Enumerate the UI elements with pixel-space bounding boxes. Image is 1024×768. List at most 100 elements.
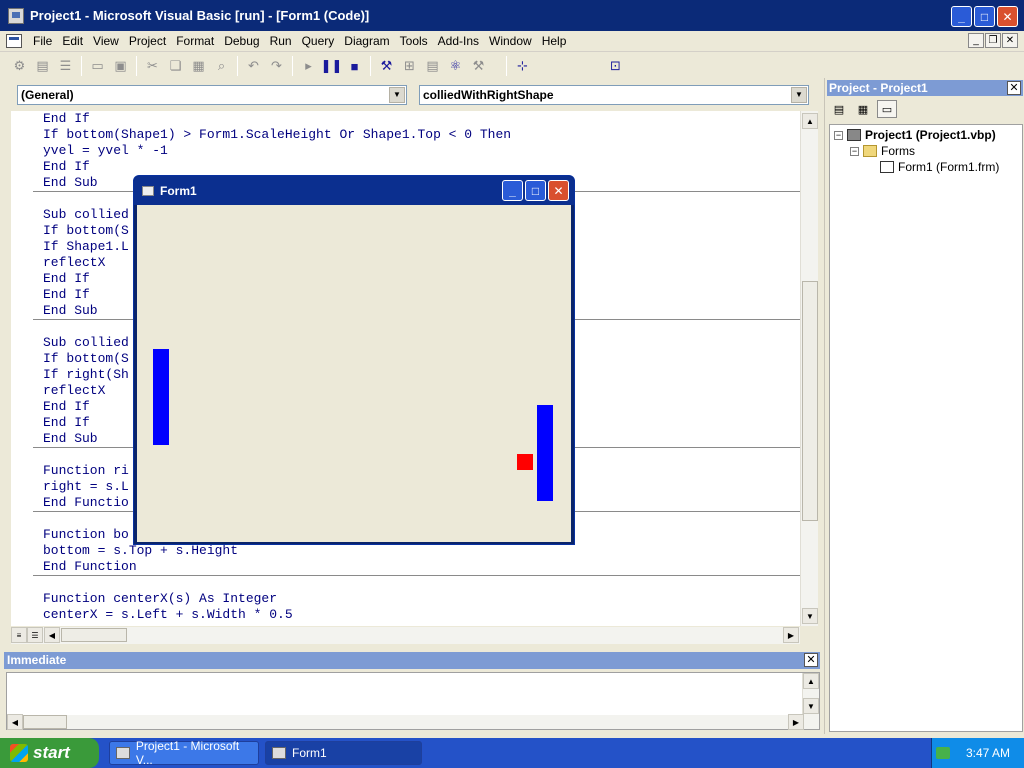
break-icon[interactable]: ❚❚ <box>320 55 343 77</box>
code-line[interactable]: Function bo <box>43 527 129 543</box>
cut-icon[interactable]: ✂ <box>141 55 164 77</box>
scroll-right-icon[interactable]: ▶ <box>788 714 804 730</box>
menu-run[interactable]: Run <box>265 34 297 48</box>
object-browser-icon[interactable]: ⚛ <box>444 55 467 77</box>
redo-icon[interactable]: ↷ <box>265 55 288 77</box>
code-line[interactable]: yvel = yvel * -1 <box>43 143 168 159</box>
maximize-button[interactable]: □ <box>974 6 995 27</box>
scroll-thumb[interactable] <box>61 628 127 642</box>
scroll-down-icon[interactable]: ▼ <box>802 608 818 624</box>
code-line[interactable]: End Sub <box>43 431 98 447</box>
scroll-up-icon[interactable]: ▲ <box>802 113 818 129</box>
mdi-restore-button[interactable]: ❐ <box>985 33 1001 48</box>
code-line[interactable]: Function centerX(s) As Integer <box>43 591 277 607</box>
form1-client-area[interactable] <box>137 205 571 542</box>
code-line[interactable]: End If <box>43 111 90 127</box>
menu-view[interactable]: View <box>88 34 124 48</box>
menu-add-ins[interactable]: Add-Ins <box>433 34 484 48</box>
code-line[interactable]: End If <box>43 399 90 415</box>
code-line[interactable]: reflectX <box>43 383 105 399</box>
paste-icon[interactable]: ▦ <box>187 55 210 77</box>
view-code-icon[interactable]: ▤ <box>829 100 849 118</box>
code-line[interactable]: End Sub <box>43 303 98 319</box>
form-icon[interactable] <box>142 185 154 196</box>
form1-window[interactable]: Form1 _ □ ✕ <box>133 175 575 545</box>
code-line[interactable]: End If <box>43 159 90 175</box>
chevron-down-icon[interactable]: ▼ <box>389 87 405 103</box>
code-line[interactable]: End If <box>43 287 90 303</box>
clock[interactable]: 3:47 AM <box>966 746 1010 760</box>
code-line[interactable]: centerX = s.Left + s.Width * 0.5 <box>43 607 293 623</box>
menu-tools[interactable]: Tools <box>395 34 433 48</box>
network-icon[interactable] <box>935 747 950 759</box>
close-icon[interactable]: ✕ <box>1007 81 1021 95</box>
procedure-combo[interactable]: colliedWithRightShape ▼ <box>419 85 809 105</box>
toggle-folders-icon[interactable]: ▭ <box>877 100 897 118</box>
undo-icon[interactable]: ↶ <box>242 55 265 77</box>
taskbar-item-vb[interactable]: Project1 - Microsoft V... <box>109 739 259 767</box>
minimize-button[interactable]: _ <box>951 6 972 27</box>
form1-title-bar[interactable]: Form1 _ □ ✕ <box>134 176 574 205</box>
menu-editor-icon[interactable]: ☰ <box>54 55 77 77</box>
code-horizontal-scrollbar[interactable]: ≡ ☰ ◀ ▶ <box>11 627 800 644</box>
immediate-vertical-scrollbar[interactable]: ▲ ▼ <box>802 673 819 729</box>
menu-diagram[interactable]: Diagram <box>339 34 394 48</box>
code-line[interactable]: If right(Sh <box>43 367 129 383</box>
scroll-left-icon[interactable]: ◀ <box>7 714 23 730</box>
scroll-up-icon[interactable]: ▲ <box>803 673 819 689</box>
menu-edit[interactable]: Edit <box>57 34 88 48</box>
add-form-icon[interactable]: ▤ <box>31 55 54 77</box>
scroll-right-icon[interactable]: ▶ <box>783 627 799 643</box>
code-line[interactable]: End If <box>43 415 90 431</box>
scroll-left-icon[interactable]: ◀ <box>44 627 60 643</box>
code-vertical-scrollbar[interactable]: ▲ ▼ <box>800 111 818 626</box>
tree-item-project[interactable]: − Project1 (Project1.vbp) <box>834 127 996 143</box>
chevron-down-icon[interactable]: ▼ <box>791 87 807 103</box>
main-title-bar[interactable]: Project1 - Microsoft Visual Basic [run] … <box>0 0 1024 31</box>
scroll-thumb[interactable] <box>23 715 67 729</box>
margin-indicator-bar[interactable] <box>11 111 33 626</box>
position-icon[interactable]: ⊹ <box>511 55 534 77</box>
form-layout-icon[interactable]: ▤ <box>421 55 444 77</box>
tree-item-form1[interactable]: Form1 (Form1.frm) <box>880 159 999 175</box>
collapse-icon[interactable]: − <box>850 146 859 156</box>
code-line[interactable]: If bottom(Shape1) > Form1.ScaleHeight Or… <box>43 127 511 143</box>
object-combo[interactable]: (General) ▼ <box>17 85 407 105</box>
scroll-down-icon[interactable]: ▼ <box>803 698 819 714</box>
end-icon[interactable]: ■ <box>343 55 366 77</box>
close-button[interactable]: ✕ <box>997 6 1018 27</box>
taskbar-item-form1[interactable]: Form1 <box>265 741 422 765</box>
tree-item-forms[interactable]: − Forms <box>850 143 915 159</box>
scroll-thumb[interactable] <box>802 281 818 521</box>
full-module-view-icon[interactable]: ☰ <box>27 627 43 643</box>
menu-format[interactable]: Format <box>171 34 219 48</box>
save-icon[interactable]: ▣ <box>109 55 132 77</box>
code-window-icon[interactable] <box>6 34 22 48</box>
minimize-button[interactable]: _ <box>502 180 523 201</box>
code-line[interactable]: End If <box>43 271 90 287</box>
close-button[interactable]: ✕ <box>548 180 569 201</box>
size-icon[interactable]: ⊡ <box>604 55 627 77</box>
project-explorer-icon[interactable]: ⚒ <box>375 55 398 77</box>
immediate-input[interactable]: ▲ ▼ ◀ ▶ <box>6 672 820 730</box>
copy-icon[interactable]: ❏ <box>164 55 187 77</box>
menu-file[interactable]: File <box>28 34 57 48</box>
close-icon[interactable]: ✕ <box>804 653 818 667</box>
code-line[interactable]: If bottom(S <box>43 351 129 367</box>
mdi-close-button[interactable]: ✕ <box>1002 33 1018 48</box>
start-icon[interactable]: ▸ <box>297 55 320 77</box>
immediate-title-bar[interactable]: Immediate ✕ <box>4 652 820 669</box>
immediate-horizontal-scrollbar[interactable]: ◀ ▶ <box>7 714 804 730</box>
procedure-view-icon[interactable]: ≡ <box>11 627 27 643</box>
project-explorer-title-bar[interactable]: Project - Project1 ✕ <box>827 80 1023 96</box>
code-line[interactable]: If bottom(S <box>43 223 129 239</box>
add-project-icon[interactable]: ⚙ <box>8 55 31 77</box>
menu-debug[interactable]: Debug <box>219 34 264 48</box>
code-line[interactable]: Function ri <box>43 463 129 479</box>
menu-help[interactable]: Help <box>537 34 572 48</box>
vb-app-icon[interactable] <box>8 7 24 24</box>
view-object-icon[interactable]: ▦ <box>853 100 873 118</box>
code-line[interactable]: If Shape1.L <box>43 239 129 255</box>
code-line[interactable]: End Function <box>43 559 137 575</box>
toolbox-icon[interactable]: ⚒ <box>467 55 490 77</box>
